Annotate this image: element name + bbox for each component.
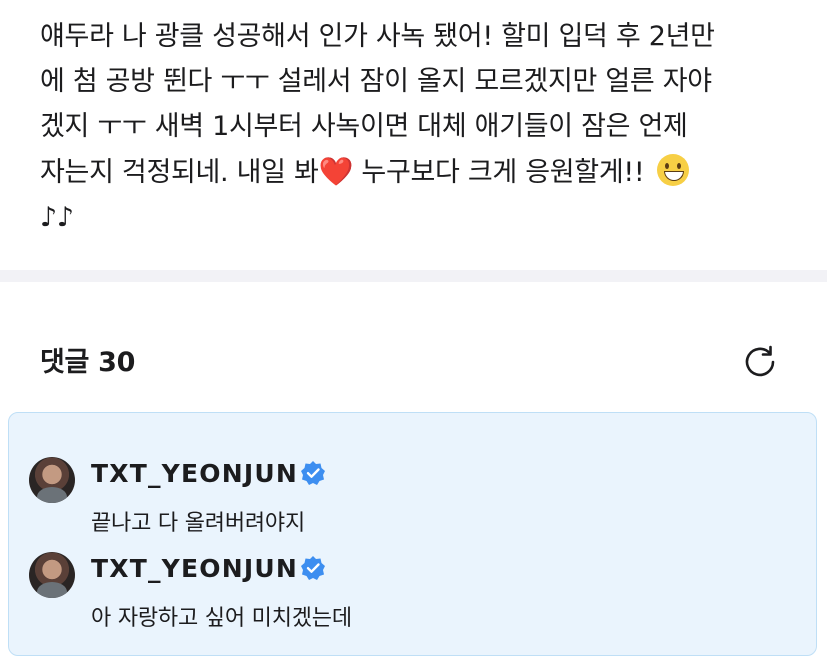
music-notes-emoji: ♪♪ — [40, 202, 74, 233]
grinning-face-icon — [656, 154, 689, 186]
post-text-segment: 자는지 걱정되네. 내일 봐 — [40, 157, 319, 188]
post-text-line-with-emoji: 자는지 걱정되네. 내일 봐❤️ 누구보다 크게 응원할게!! — [40, 149, 800, 195]
reply-text: 아 자랑하고 싶어 미치겠는데 — [91, 606, 352, 631]
avatar[interactable] — [29, 457, 75, 503]
post-text-line: 에 첨 공방 뛴다 ㅜㅜ 설레서 잠이 올지 모르겠지만 얼른 자야 — [40, 66, 712, 97]
reply-text: 끝나고 다 올려버려야지 — [91, 511, 305, 536]
post-text-segment: 누구보다 크게 응원할게!! — [361, 157, 645, 188]
avatar[interactable] — [29, 552, 75, 598]
verified-badge-icon — [301, 556, 325, 580]
verified-badge-icon — [301, 461, 325, 485]
post-body: 얘두라 나 광클 성공해서 인가 사녹 됐어! 할미 입덕 후 2년만 에 첨 … — [40, 14, 800, 240]
post-text-line: 겠지 ㅜㅜ 새벽 1시부터 사녹이면 대체 애기들이 잠은 언제 — [40, 111, 688, 142]
refresh-icon[interactable] — [740, 342, 780, 382]
section-divider — [0, 270, 827, 282]
highlighted-replies: TXT_YEONJUN 끝나고 다 올려버려야지 TXT_YEONJUN 아 자… — [8, 412, 817, 656]
username[interactable]: TXT_YEONJUN — [91, 554, 298, 583]
heart-emoji: ❤️ — [318, 155, 354, 188]
post-text-line: 얘두라 나 광클 성공해서 인가 사녹 됐어! 할미 입덕 후 2년만 — [40, 21, 715, 52]
username[interactable]: TXT_YEONJUN — [91, 459, 298, 488]
comments-header: 댓글 30 — [40, 347, 136, 378]
